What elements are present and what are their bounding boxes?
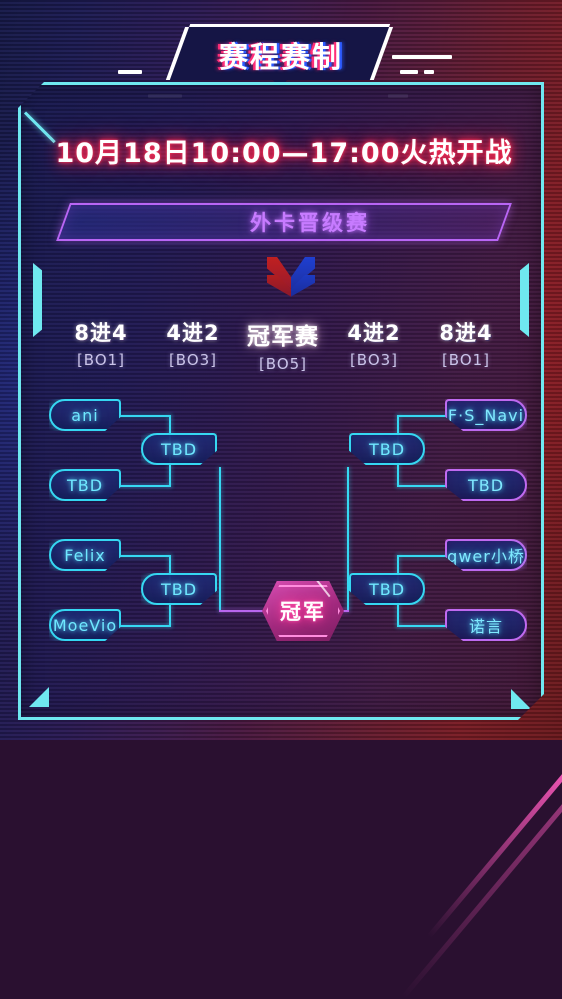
connector-left-qf2 <box>119 485 171 487</box>
champion-label: 冠军 <box>280 600 326 624</box>
chevron-down-icon <box>267 257 315 301</box>
bracket-box-left-qf-4[interactable]: MoeVio <box>49 609 121 641</box>
connector-right-qf3 <box>397 555 449 557</box>
team-name: MoeVio <box>52 615 118 635</box>
connector-right-sf-v <box>347 467 349 611</box>
connector-left-qf4 <box>119 625 171 627</box>
event-date-time: 10月18日10:00—17:00火热开战 <box>55 138 513 169</box>
connector-left-qf3 <box>119 555 171 557</box>
bracket-box-left-qf-1[interactable]: ani <box>49 399 121 431</box>
tournament-bracket: ani TBD Felix MoeVio TBD TBD TBD TBD F·S… <box>21 385 547 655</box>
bracket-box-right-qf-2[interactable]: TBD <box>445 469 527 501</box>
team-name: TBD <box>467 475 505 495</box>
connector-left-sf-v <box>219 467 221 611</box>
content-frame: 10月18日10:00—17:00火热开战 外卡晋级赛 8进4 [BO1] 4进… <box>18 82 544 720</box>
decorative-slash-1 <box>426 766 562 939</box>
champion-badge[interactable]: 冠军 <box>262 581 344 641</box>
connector-left-to-champion <box>219 610 265 612</box>
round-headers: 8进4 [BO1] 4进2 [BO3] 冠军赛 [BO5] 4进2 [BO3] … <box>21 317 547 379</box>
round-header-5: 8进4 [BO1] <box>411 317 521 369</box>
team-name: F·S_Navi <box>447 405 525 425</box>
team-name: Felix <box>64 545 106 565</box>
bracket-box-left-qf-3[interactable]: Felix <box>49 539 121 571</box>
corner-accent-bottom-right <box>511 689 531 709</box>
page-title: 赛程赛制 <box>218 40 343 74</box>
connector-left-qf1 <box>119 415 171 417</box>
bracket-box-left-qf-2[interactable]: TBD <box>49 469 121 501</box>
team-name: 诺言 <box>468 617 503 636</box>
team-name: TBD <box>160 439 198 459</box>
bracket-box-right-sf-2[interactable]: TBD <box>349 573 425 605</box>
bracket-box-right-sf-1[interactable]: TBD <box>349 433 425 465</box>
connector-right-qf2 <box>397 485 449 487</box>
corner-accent-bottom-left <box>29 687 49 707</box>
bracket-box-right-qf-3[interactable]: qwer小桥 <box>445 539 527 571</box>
connector-right-qf1 <box>397 415 449 417</box>
bracket-box-right-qf-4[interactable]: 诺言 <box>445 609 527 641</box>
team-name: TBD <box>66 475 104 495</box>
connector-right-qf4 <box>397 625 449 627</box>
title-banner: 赛程赛制 <box>0 24 562 98</box>
team-name: TBD <box>368 439 406 459</box>
team-name: TBD <box>368 579 406 599</box>
bracket-box-right-qf-1[interactable]: F·S_Navi <box>445 399 527 431</box>
team-name: ani <box>71 405 99 425</box>
bracket-box-left-sf-1[interactable]: TBD <box>141 433 217 465</box>
round-name-5: 8进4 <box>439 321 493 345</box>
team-name: qwer小桥 <box>447 547 525 566</box>
team-name: TBD <box>160 579 198 599</box>
bracket-box-left-sf-2[interactable]: TBD <box>141 573 217 605</box>
subtitle-label: 外卡晋级赛 <box>250 211 370 235</box>
decorative-slash-2 <box>401 796 562 999</box>
round-bo-5: [BO1] <box>441 351 491 369</box>
